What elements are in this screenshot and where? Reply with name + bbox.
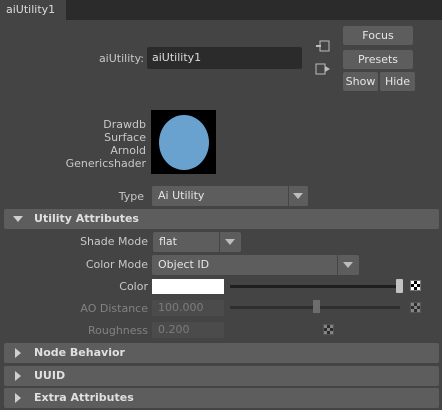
- type-dropdown-value: Ai Utility: [158, 189, 205, 202]
- section-extra-attributes[interactable]: Extra Attributes: [4, 388, 439, 408]
- section-title: UUID: [34, 369, 66, 382]
- dropdown-divider: [288, 186, 289, 206]
- classification-item: Genericshader: [65, 157, 146, 170]
- type-dropdown[interactable]: Ai Utility: [152, 186, 308, 206]
- roughness-map-button-icon: [323, 324, 334, 335]
- color-map-button-icon[interactable]: [410, 280, 421, 291]
- show-button[interactable]: Show: [343, 72, 378, 91]
- output-connections-icon[interactable]: [315, 62, 331, 76]
- chevron-down-icon: [343, 262, 353, 268]
- section-node-behavior[interactable]: Node Behavior: [4, 343, 439, 363]
- presets-button[interactable]: Presets: [343, 50, 413, 69]
- shade-mode-value: flat: [159, 235, 177, 248]
- color-mode-value: Object ID: [158, 258, 210, 271]
- collapsed-triangle-icon: [15, 348, 21, 358]
- classification-item: Arnold: [110, 144, 146, 157]
- section-title: Extra Attributes: [34, 391, 134, 404]
- ao-distance-slider-handle: [313, 300, 320, 313]
- chevron-down-icon: [293, 193, 303, 199]
- classification-item: Drawdb: [103, 118, 146, 131]
- focus-button[interactable]: Focus: [343, 26, 413, 45]
- section-title: Node Behavior: [34, 346, 125, 359]
- dropdown-divider: [219, 232, 220, 252]
- collapsed-triangle-icon: [15, 393, 21, 403]
- node-type-label: aiUtility:: [98, 52, 144, 65]
- color-mode-dropdown[interactable]: Object ID: [152, 255, 359, 275]
- ao-distance-field: 100.000: [152, 300, 224, 316]
- classification-item: Surface: [104, 131, 146, 144]
- chevron-down-icon: [225, 239, 235, 245]
- collapsed-triangle-icon: [15, 371, 21, 381]
- tab-aiutility1[interactable]: aiUtility1: [0, 0, 66, 20]
- roughness-label: Roughness: [87, 324, 148, 337]
- swatch-preview-ball: [159, 115, 209, 170]
- section-uuid[interactable]: UUID: [4, 366, 439, 386]
- roughness-field: 0.200: [152, 322, 224, 338]
- ao-distance-map-button-icon: [410, 302, 421, 313]
- expanded-triangle-icon: [13, 216, 23, 222]
- tab-bar: [0, 0, 442, 20]
- color-slider-track[interactable]: [230, 285, 396, 288]
- section-title: Utility Attributes: [34, 212, 139, 225]
- color-slider-handle[interactable]: [396, 279, 403, 293]
- type-label: Type: [118, 190, 144, 203]
- hide-button[interactable]: Hide: [380, 72, 415, 91]
- node-name-field[interactable]: aiUtility1: [147, 47, 302, 69]
- input-connections-icon[interactable]: [315, 39, 331, 53]
- shade-mode-dropdown[interactable]: flat: [153, 232, 241, 252]
- ao-distance-label: AO Distance: [80, 302, 148, 315]
- color-swatch[interactable]: [152, 279, 224, 294]
- section-utility-attributes[interactable]: Utility Attributes: [4, 209, 439, 229]
- material-swatch[interactable]: [151, 110, 216, 174]
- color-mode-label: Color Mode: [85, 258, 148, 271]
- classification-list: Drawdb Surface Arnold Genericshader: [60, 118, 146, 170]
- color-label: Color: [119, 280, 148, 293]
- dropdown-divider: [337, 255, 338, 275]
- shade-mode-label: Shade Mode: [80, 235, 148, 248]
